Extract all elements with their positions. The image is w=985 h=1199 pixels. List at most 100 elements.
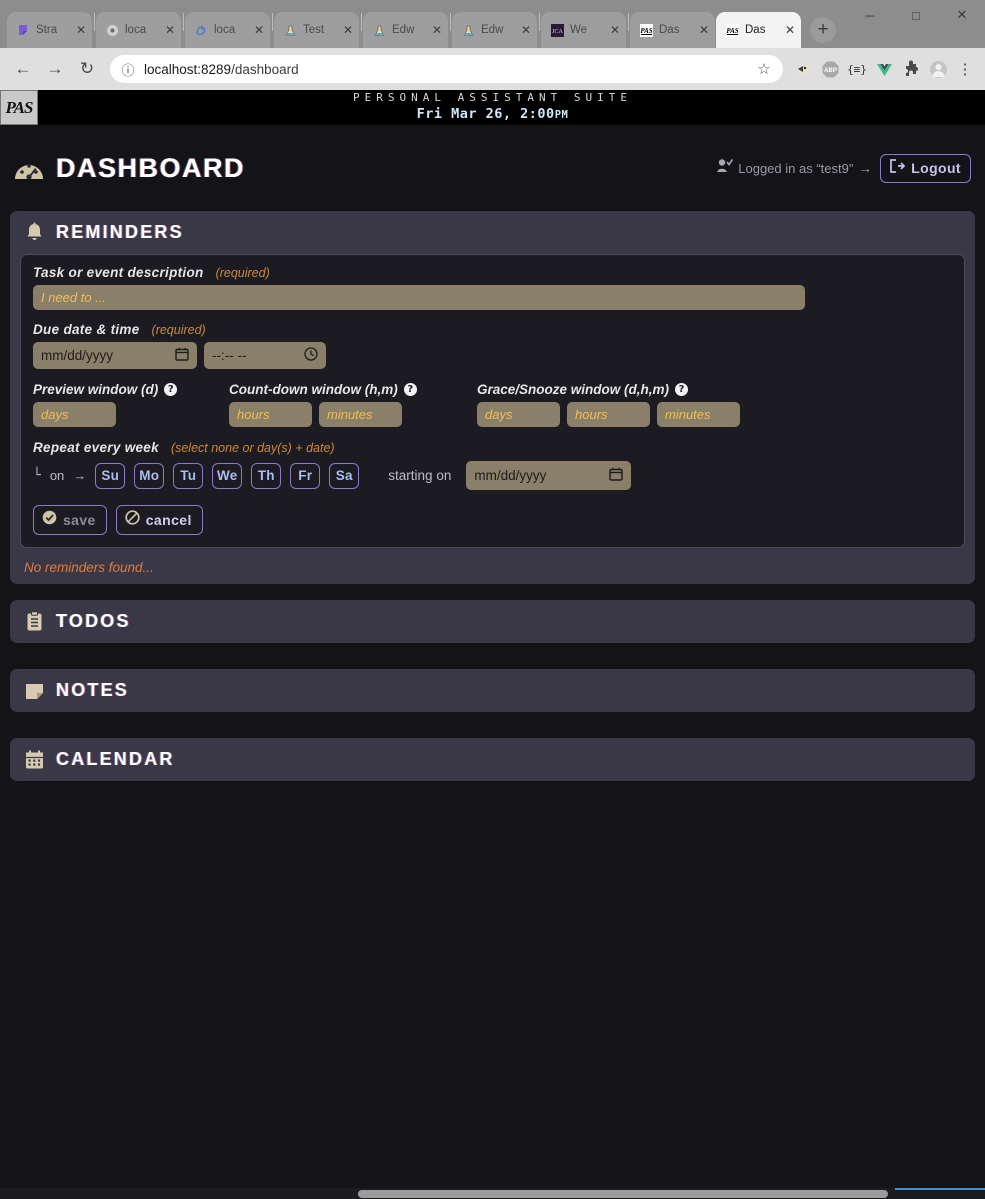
logout-button[interactable]: Logout <box>880 153 971 183</box>
close-window-button[interactable]: ✕ <box>939 0 985 30</box>
vue-devtools-icon[interactable] <box>872 57 896 81</box>
cancel-button[interactable]: cancel <box>115 505 203 535</box>
reload-icon[interactable]: ↻ <box>72 54 102 84</box>
tab-separator <box>272 13 273 31</box>
description-input[interactable]: I need to ... <box>33 285 805 310</box>
back-icon[interactable]: ← <box>8 54 38 84</box>
day-toggle-mo[interactable]: Mo <box>134 462 165 489</box>
tab-separator <box>183 13 184 31</box>
due-required-note: (required) <box>151 322 206 337</box>
browser-tab[interactable]: loca ✕ <box>185 12 270 48</box>
due-time-input[interactable]: --:-- -- <box>204 342 326 369</box>
repeat-start-date-input[interactable]: mm/dd/yyyy <box>466 461 632 490</box>
browser-tab[interactable]: Stra ✕ <box>7 12 92 48</box>
maximize-button[interactable]: □ <box>893 0 939 30</box>
scrollbar-thumb[interactable] <box>358 1190 888 1198</box>
browser-tab-title: Edw <box>392 24 415 36</box>
site-info-icon[interactable]: ⓘ <box>120 61 136 78</box>
browser-tab-title: Das <box>659 24 680 36</box>
clock-picker-icon[interactable] <box>304 347 318 364</box>
purple-flag-icon <box>16 23 31 38</box>
close-icon[interactable]: ✕ <box>785 24 795 36</box>
countdown-hours-input[interactable]: hours <box>229 402 312 427</box>
day-toggle-fr[interactable]: Fr <box>290 462 321 489</box>
grace-days-input[interactable]: days <box>477 402 560 427</box>
close-icon[interactable]: ✕ <box>699 24 709 36</box>
calendar-picker-icon[interactable] <box>609 467 624 484</box>
address-bar[interactable]: ⓘ localhost:8289/dashboard ☆ <box>110 55 783 83</box>
due-label-row: Due date & time (required) <box>33 322 952 337</box>
logout-label: Logout <box>911 160 961 176</box>
reminders-title: REMINDERS <box>56 222 184 242</box>
day-toggle-tu[interactable]: Tu <box>173 462 204 489</box>
countdown-window-inputs: hours minutes <box>229 402 477 427</box>
chrome-menu-icon[interactable]: ⋮ <box>953 57 977 81</box>
close-icon[interactable]: ✕ <box>343 24 353 36</box>
browser-tab[interactable]: loca ✕ <box>96 12 181 48</box>
todos-title: TODOS <box>56 611 131 631</box>
browser-tab[interactable]: JCA We ✕ <box>541 12 626 48</box>
minimize-button[interactable]: ─ <box>847 0 893 30</box>
close-icon[interactable]: ✕ <box>610 24 620 36</box>
grace-minutes-input[interactable]: minutes <box>657 402 740 427</box>
todos-header[interactable]: TODOS <box>10 600 975 643</box>
calendar-icon <box>24 749 45 770</box>
check-circle-icon <box>42 510 57 530</box>
calendar-picker-icon[interactable] <box>175 347 189 364</box>
blue-sketch-icon <box>194 23 209 38</box>
flask-icon <box>283 23 298 38</box>
due-date-placeholder: mm/dd/yyyy <box>41 348 114 363</box>
preview-window-label: Preview window (d) <box>33 382 159 397</box>
clipboard-icon <box>24 611 45 632</box>
close-icon[interactable]: ✕ <box>432 24 442 36</box>
save-button[interactable]: save <box>33 505 107 535</box>
browser-tab[interactable]: Edw ✕ <box>363 12 448 48</box>
countdown-window-head: Count-down window (h,m) ? <box>229 382 477 397</box>
notes-title: NOTES <box>56 680 130 700</box>
close-icon[interactable]: ✕ <box>521 24 531 36</box>
grace-hours-input[interactable]: hours <box>567 402 650 427</box>
tab-separator <box>539 13 540 31</box>
due-time-placeholder: --:-- -- <box>212 348 247 363</box>
day-toggle-su[interactable]: Su <box>95 462 126 489</box>
note-icon <box>24 680 45 701</box>
help-icon[interactable]: ? <box>403 383 417 396</box>
dashboard-gauge-icon <box>14 155 44 182</box>
close-icon[interactable]: ✕ <box>165 24 175 36</box>
main-content: REMINDERS Task or event description (req… <box>0 211 985 781</box>
profile-avatar-icon[interactable] <box>926 57 950 81</box>
browser-tab[interactable]: PAS Das ✕ <box>630 12 715 48</box>
preview-days-input[interactable]: days <box>33 402 116 427</box>
json-formatter-icon[interactable]: {≡} <box>845 57 869 81</box>
description-label: Task or event description <box>33 265 204 280</box>
description-label-row: Task or event description (required) <box>33 265 952 280</box>
due-date-input[interactable]: mm/dd/yyyy <box>33 342 197 369</box>
bookmark-star-icon[interactable]: ☆ <box>755 60 773 78</box>
day-toggle-we[interactable]: We <box>212 462 243 489</box>
forward-icon[interactable]: → <box>40 54 70 84</box>
close-icon[interactable]: ✕ <box>76 24 86 36</box>
browser-tab[interactable]: Test ✕ <box>274 12 359 48</box>
bell-icon <box>24 222 45 243</box>
url-text: localhost:8289/dashboard <box>144 62 747 77</box>
reminders-header[interactable]: REMINDERS <box>10 211 975 254</box>
calendar-header[interactable]: CALENDAR <box>10 738 975 781</box>
adblock-plus-icon[interactable]: ABP <box>818 57 842 81</box>
privacy-badger-icon[interactable] <box>791 57 815 81</box>
pas-logo-icon[interactable]: PAS <box>0 90 38 125</box>
help-icon[interactable]: ? <box>164 383 178 396</box>
new-tab-button[interactable]: + <box>810 17 836 43</box>
help-icon[interactable]: ? <box>675 383 689 396</box>
browser-tab-active[interactable]: PAS Das ✕ <box>716 12 801 48</box>
suite-datetime: Fri Mar 26, 2:00PM <box>0 106 985 124</box>
notes-header[interactable]: NOTES <box>10 669 975 712</box>
horizontal-scrollbar[interactable] <box>0 1188 985 1199</box>
day-toggle-sa[interactable]: Sa <box>329 462 360 489</box>
browser-tab[interactable]: Edw ✕ <box>452 12 537 48</box>
extensions-puzzle-icon[interactable] <box>899 57 923 81</box>
browser-tab-title: Edw <box>481 24 504 36</box>
close-icon[interactable]: ✕ <box>254 24 264 36</box>
day-toggle-th[interactable]: Th <box>251 462 282 489</box>
form-action-buttons: save cancel <box>33 505 952 535</box>
countdown-minutes-input[interactable]: minutes <box>319 402 402 427</box>
